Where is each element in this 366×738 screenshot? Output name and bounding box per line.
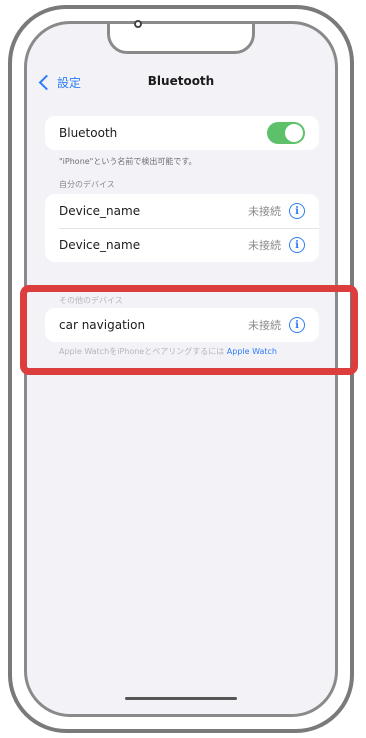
info-icon[interactable]: i [289, 237, 305, 253]
highlight-box [20, 285, 358, 375]
camera-icon [134, 20, 142, 28]
device-row[interactable]: Device_name 未接続 i [45, 228, 319, 262]
device-name: Device_name [59, 238, 141, 252]
discoverable-caption: "iPhone"という名前で検出可能です。 [59, 157, 197, 166]
toggle-knob [285, 124, 303, 142]
info-icon[interactable]: i [289, 203, 305, 219]
bluetooth-group: Bluetooth [45, 116, 319, 150]
page-title: Bluetooth [147, 74, 215, 88]
home-indicator [125, 697, 237, 700]
device-name: Device_name [59, 204, 141, 218]
stage: 設定 Bluetooth Bluetooth "iPhone"という名前で検出可… [0, 0, 366, 738]
my-devices-group: Device_name 未接続 i Device_name 未接続 i [45, 194, 319, 262]
bluetooth-toggle[interactable] [267, 122, 305, 144]
bluetooth-row: Bluetooth [45, 116, 319, 150]
device-row[interactable]: Device_name 未接続 i [45, 194, 319, 228]
notch [107, 24, 255, 54]
my-devices-header: 自分のデバイス [59, 180, 115, 189]
bluetooth-label: Bluetooth [59, 126, 118, 140]
device-status: 未接続 [248, 239, 281, 252]
nav-bar: 設定 Bluetooth [27, 74, 335, 100]
device-status: 未接続 [248, 205, 281, 218]
